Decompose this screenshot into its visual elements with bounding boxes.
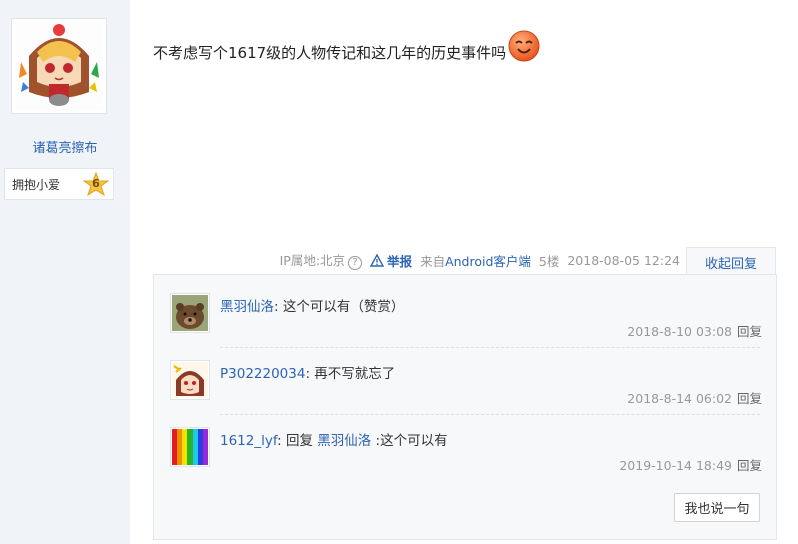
level-star-icon: 6 xyxy=(82,171,110,198)
anime-girl-avatar[interactable] xyxy=(170,360,210,400)
divider xyxy=(220,414,760,415)
collapse-replies-button[interactable]: 收起回复 xyxy=(686,247,776,276)
reply-meta: 2018-8-14 06:02 回复 xyxy=(627,388,762,407)
report-button[interactable]: 举报 xyxy=(370,251,412,270)
author-sidebar: 诸葛亮擦布 拥抱小爱 6 xyxy=(0,0,130,544)
rainbow-avatar[interactable] xyxy=(170,427,210,467)
list-item: 黑羽仙洛: 这个可以有（赞赏） 2018-8-10 03:08 回复 xyxy=(170,293,762,345)
list-item: P302220034: 再不写就忘了 2018-8-14 06:02 回复 xyxy=(170,360,762,412)
reply-line: 黑羽仙洛: 这个可以有（赞赏） xyxy=(220,299,405,315)
reply-to-username[interactable]: 黑羽仙洛 xyxy=(317,433,371,449)
post-source: 来自Android客户端 xyxy=(420,253,531,269)
ip-location: IP属地:北京? xyxy=(280,250,363,270)
reply-username[interactable]: 黑羽仙洛 xyxy=(220,299,274,315)
list-item: 1612_lyf: 回复 黑羽仙洛 :这个可以有 2019-10-14 18:4… xyxy=(170,427,762,479)
anime-avatar-image xyxy=(15,22,103,110)
reply-button[interactable]: 回复 xyxy=(737,324,762,339)
smiling-orange-emoji-icon xyxy=(508,30,540,62)
divider xyxy=(220,347,760,348)
reply-button[interactable]: 回复 xyxy=(737,391,762,406)
bear-avatar[interactable] xyxy=(170,293,210,333)
reply-button[interactable]: 回复 xyxy=(737,458,762,473)
floor-number: 5楼 xyxy=(538,253,560,269)
reply-time: 2018-8-10 03:08 xyxy=(627,324,732,339)
reply-meta: 2018-8-10 03:08 回复 xyxy=(627,321,762,340)
reply-text-tail: :这个可以有 xyxy=(371,433,448,449)
post-text: 不考虑写个1617级的人物传记和这几年的历史事件吗 xyxy=(153,44,507,62)
source-link[interactable]: Android客户端 xyxy=(445,254,531,269)
reply-text: 再不写就忘了 xyxy=(314,366,396,382)
author-avatar[interactable] xyxy=(11,18,107,114)
reply-text: 回复 xyxy=(285,433,318,449)
reply-username[interactable]: 1612_lyf xyxy=(220,433,277,449)
reply-meta: 2019-10-14 18:49 回复 xyxy=(619,455,762,474)
reply-line: 1612_lyf: 回复 黑羽仙洛 :这个可以有 xyxy=(220,433,448,449)
reply-line: P302220034: 再不写就忘了 xyxy=(220,366,396,382)
badge-label: 拥抱小爱 xyxy=(12,177,61,192)
reply-text: 这个可以有（赞赏） xyxy=(282,299,405,315)
help-icon[interactable]: ? xyxy=(348,256,363,270)
reply-panel: 黑羽仙洛: 这个可以有（赞赏） 2018-8-10 03:08 回复 P30222… xyxy=(153,274,777,540)
badge-level-number: 6 xyxy=(92,177,100,190)
warning-icon xyxy=(370,253,385,267)
author-name-link[interactable]: 诸葛亮擦布 xyxy=(0,137,130,156)
post-timestamp: 2018-08-05 12:24 xyxy=(567,252,680,268)
reply-time: 2018-8-14 06:02 xyxy=(627,391,732,406)
member-badge[interactable]: 拥抱小爱 6 xyxy=(4,168,114,200)
post-content: 不考虑写个1617级的人物传记和这几年的历史事件吗 xyxy=(153,30,540,63)
reply-username[interactable]: P302220034 xyxy=(220,366,305,382)
add-reply-button[interactable]: 我也说一句 xyxy=(674,493,760,522)
reply-time: 2019-10-14 18:49 xyxy=(619,458,732,473)
post-tail-bar: IP属地:北京? 举报 来自Android客户端 5楼 2018-08-05 1… xyxy=(272,246,776,276)
